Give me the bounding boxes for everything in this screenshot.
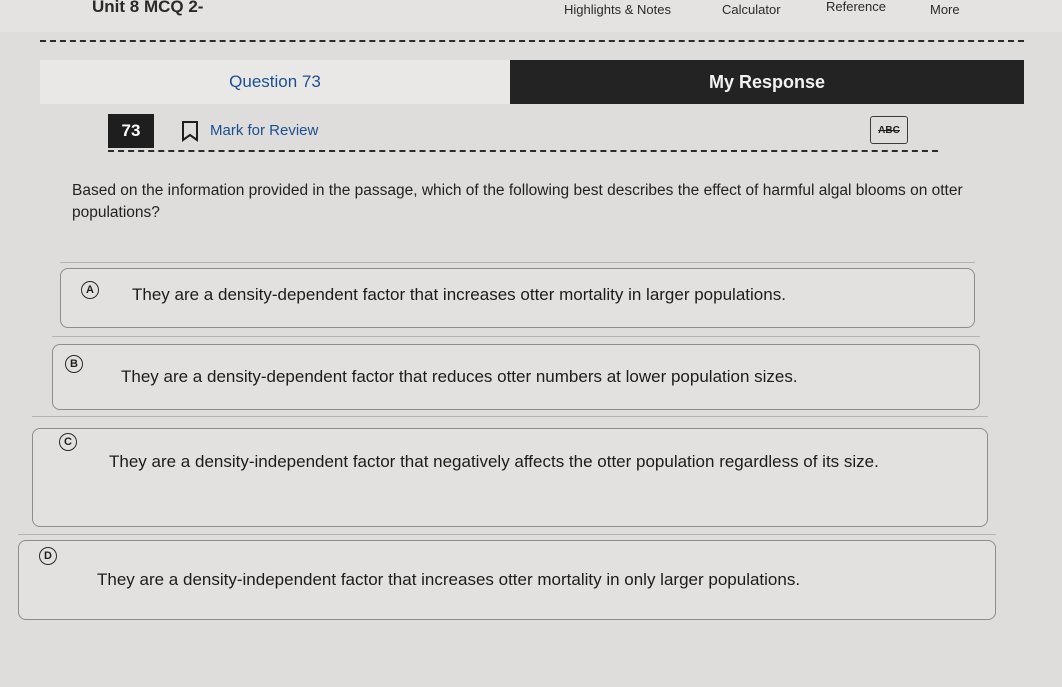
divider	[52, 336, 980, 337]
highlights-notes-button[interactable]: Highlights & Notes	[564, 2, 671, 17]
choice-b-text: They are a density-dependent factor that…	[121, 367, 798, 386]
choice-b[interactable]: B They are a density-dependent factor th…	[52, 344, 980, 410]
choice-d-text: They are a density-independent factor th…	[97, 570, 801, 589]
tab-bar: Question 73 My Response	[40, 60, 1024, 104]
tab-question[interactable]: Question 73	[40, 60, 510, 104]
divider	[60, 262, 975, 263]
choice-a-letter: A	[81, 281, 99, 299]
choice-d-letter: D	[39, 547, 57, 565]
choice-a[interactable]: A They are a density-dependent factor th…	[60, 268, 975, 328]
top-bar: Unit 8 MCQ 2- Highlights & Notes Calcula…	[0, 0, 1062, 32]
calculator-button[interactable]: Calculator	[722, 2, 781, 17]
app-title: Unit 8 MCQ 2-	[92, 0, 204, 16]
divider	[32, 416, 988, 417]
abc-label: ABC	[878, 124, 900, 136]
mark-for-review-button[interactable]: Mark for Review	[210, 122, 318, 139]
choice-c[interactable]: C They are a density-independent factor …	[32, 428, 988, 527]
answer-eliminator-button[interactable]: ABC	[870, 116, 908, 144]
tab-my-response[interactable]: My Response	[510, 60, 1024, 104]
bookmark-icon[interactable]	[180, 120, 200, 147]
question-header: 73 Mark for Review ABC	[108, 114, 938, 148]
question-divider	[108, 150, 938, 152]
choice-c-text: They are a density-independent factor th…	[109, 452, 879, 471]
divider	[18, 534, 996, 535]
more-button[interactable]: More	[930, 2, 960, 17]
choice-a-text: They are a density-dependent factor that…	[132, 285, 786, 304]
question-number-badge: 73	[108, 114, 154, 148]
reference-button[interactable]: Reference	[826, 0, 886, 14]
header-divider	[40, 40, 1024, 42]
choice-d[interactable]: D They are a density-independent factor …	[18, 540, 996, 620]
choice-b-letter: B	[65, 355, 83, 373]
question-text: Based on the information provided in the…	[72, 182, 963, 221]
choice-c-letter: C	[59, 433, 77, 451]
